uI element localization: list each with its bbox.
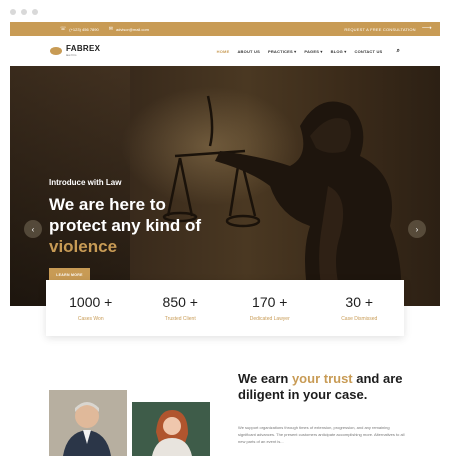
about-title-pre: We earn <box>238 371 292 386</box>
stat-label: Trusted Client <box>164 316 196 322</box>
logo-name: FABREX <box>66 44 101 53</box>
topbar-email[interactable]: advisor@mail.com <box>116 27 149 32</box>
mail-icon: ✉ <box>108 26 113 32</box>
stats-panel: 1000 + Cases Won 850 + Trusted Client 17… <box>46 280 404 336</box>
consultation-label: REQUEST A FREE CONSULTATION <box>344 26 416 32</box>
stat-number: 850 + <box>162 294 198 310</box>
menu-item-about[interactable]: ABOUT US <box>237 49 260 54</box>
hero-title: We are here to protect any kind of viole… <box>49 194 239 257</box>
arrow-right-icon: ⟶ <box>421 25 432 32</box>
female-lawyer-image <box>132 402 210 456</box>
phone-icon: ☏ <box>60 26 67 32</box>
topbar-phone[interactable]: (+123) 456 7890 <box>69 27 98 32</box>
prev-slide-button[interactable]: ‹ <box>24 220 42 238</box>
stat-label: Case Dismissed <box>341 316 378 322</box>
chevron-left-icon: ‹ <box>31 224 35 234</box>
menu: HOME ABOUT US PRACTICES ▾ PAGES ▾ BLOG ▾… <box>217 48 400 55</box>
hero-banner: Introduce with Law We are here to protec… <box>10 66 440 306</box>
window-dot-1[interactable] <box>10 9 16 15</box>
menu-item-blog[interactable]: BLOG ▾ <box>331 49 347 54</box>
next-slide-button[interactable]: › <box>408 220 426 238</box>
stat-number: 1000 + <box>69 294 113 310</box>
stat-label: Dedicated Lawyer <box>249 316 290 322</box>
stat-trusted-client: 850 + Trusted Client <box>136 280 226 336</box>
stat-label: Cases Won <box>77 316 104 322</box>
hero-title-highlight: violence <box>49 237 118 256</box>
menu-item-practices[interactable]: PRACTICES ▾ <box>268 49 296 54</box>
lawyer-photo-male <box>49 390 127 456</box>
logo-tagline: law firm <box>66 53 77 57</box>
menu-item-contact[interactable]: CONTACT US <box>355 49 383 54</box>
hero-title-line2: protect any kind of <box>49 216 202 235</box>
chevron-right-icon: › <box>415 224 419 234</box>
stat-number: 30 + <box>345 294 374 310</box>
about-title-highlight: your trust <box>291 371 353 386</box>
menu-item-pages[interactable]: PAGES ▾ <box>304 49 322 54</box>
menu-item-home[interactable]: HOME <box>217 49 230 54</box>
main-nav: FABREX law firm HOME ABOUT US PRACTICES … <box>10 36 440 66</box>
window-dot-2[interactable] <box>21 9 27 15</box>
stat-dedicated-lawyer: 170 + Dedicated Lawyer <box>225 280 315 336</box>
top-bar: ☏ (+123) 456 7890 ✉ advisor@mail.com REQ… <box>10 22 440 36</box>
website: ☏ (+123) 456 7890 ✉ advisor@mail.com REQ… <box>10 22 440 456</box>
about-title: We earn your trust and are diligent in y… <box>238 371 413 403</box>
logo-mark <box>50 47 62 55</box>
stat-case-dismissed: 30 + Case Dismissed <box>315 280 405 336</box>
stat-cases-won: 1000 + Cases Won <box>46 280 136 336</box>
consultation-link[interactable]: REQUEST A FREE CONSULTATION ⟶ <box>344 25 432 32</box>
window-dot-3[interactable] <box>32 9 38 15</box>
male-lawyer-image <box>49 390 127 456</box>
search-icon[interactable]: ⌕ <box>396 48 400 55</box>
about-text: We support organizations through times o… <box>238 425 405 444</box>
logo[interactable]: FABREX law firm <box>50 45 100 57</box>
hero-title-line1: We are here to <box>49 195 166 214</box>
stat-number: 170 + <box>252 294 288 310</box>
window-controls <box>10 9 38 15</box>
hero-kicker: Introduce with Law <box>49 178 122 187</box>
lawyer-photo-female <box>132 402 210 456</box>
browser-frame: ☏ (+123) 456 7890 ✉ advisor@mail.com REQ… <box>0 0 450 456</box>
